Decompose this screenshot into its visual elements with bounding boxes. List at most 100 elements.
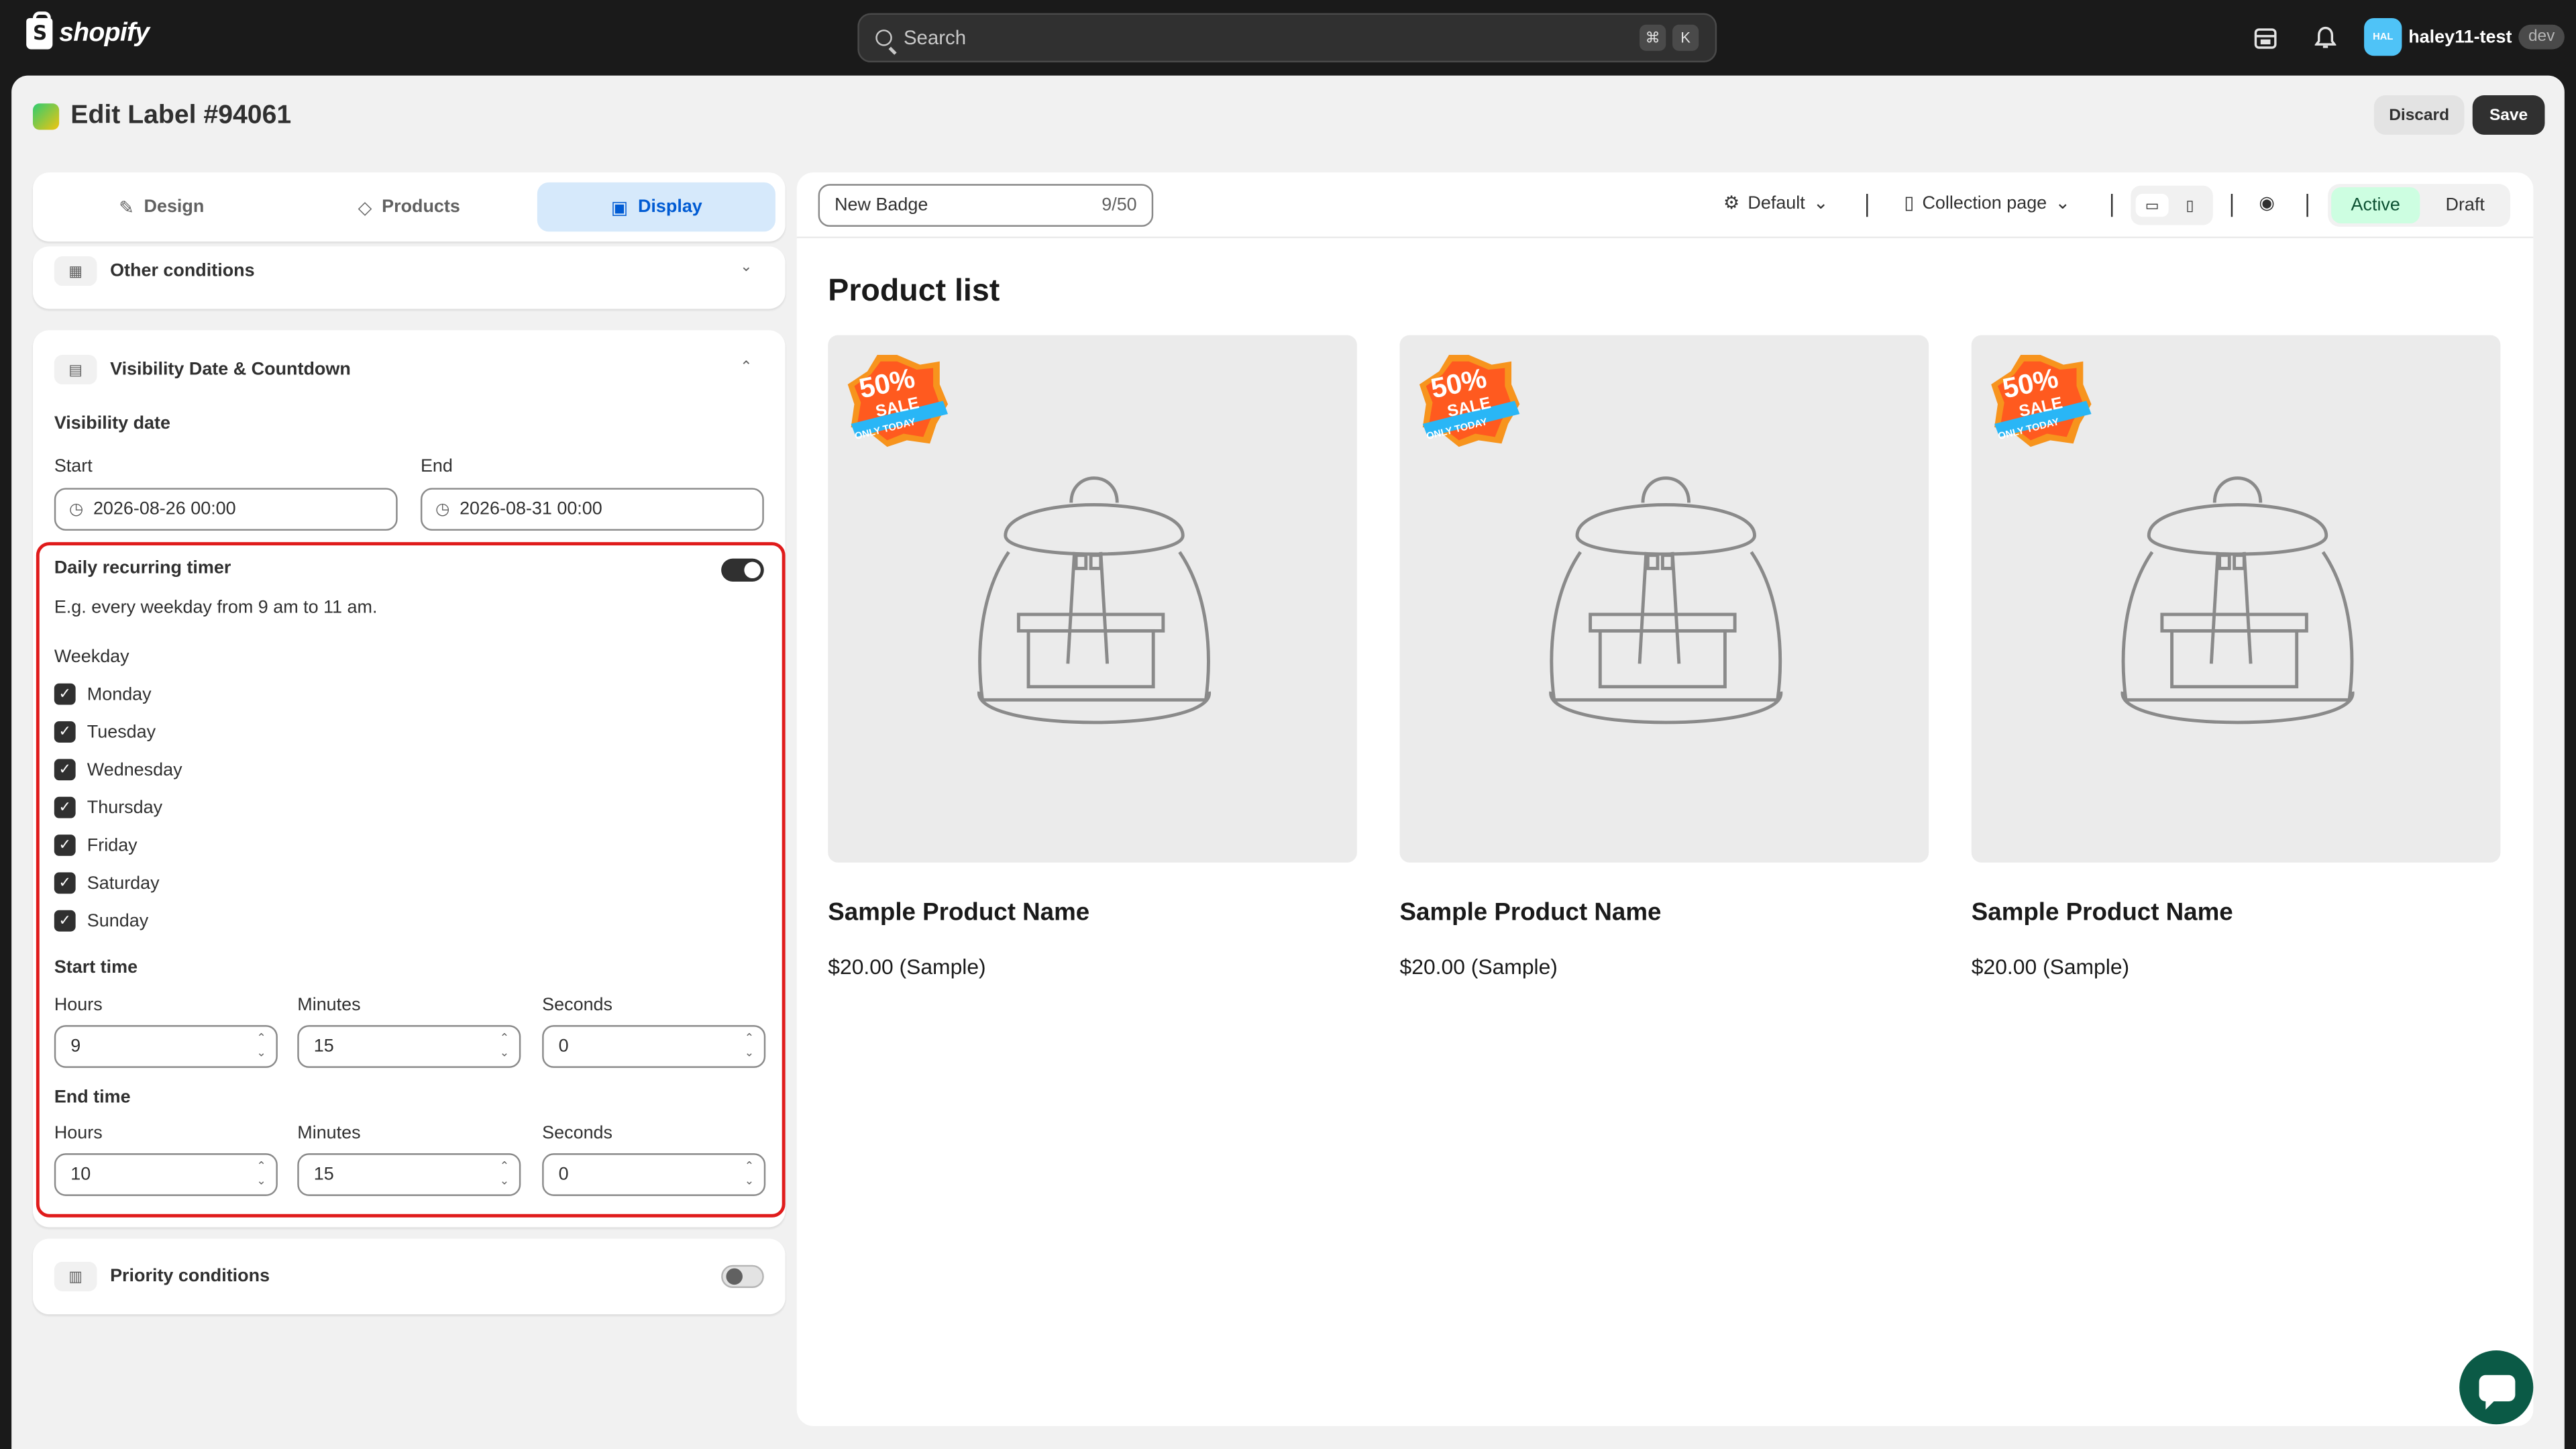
day-label: Saturday [87,873,160,894]
checkbox-tuesday[interactable]: ✓ Tuesday [54,721,156,743]
checkbox-sunday[interactable]: ✓ Sunday [54,910,148,932]
input-value: 15 [313,1165,334,1185]
tab-design[interactable]: ✎ Design [43,182,280,231]
day-label: Thursday [87,797,163,818]
app-icon [32,103,60,130]
mobile-icon[interactable]: ▯ [2174,194,2206,217]
start-date-value: 2026-08-26 00:00 [93,499,236,519]
product-card: 50% SALE ONLY TODAY Sample Product Name … [1971,335,2501,979]
end-minutes-input[interactable]: 15 ⌃ ⌄ [297,1153,521,1196]
stepper-icon[interactable]: ⌃ ⌄ [500,1160,509,1189]
start-hours-input[interactable]: 9 ⌃ ⌄ [54,1025,278,1068]
status-toggle: Active Draft [2328,184,2511,227]
day-label: Monday [87,684,152,704]
end-seconds-input[interactable]: 0 ⌃ ⌄ [542,1153,766,1196]
hours-label: Hours [54,996,103,1016]
store-icon[interactable] [2251,23,2280,52]
seconds-label: Seconds [542,996,613,1016]
product-name[interactable]: Sample Product Name [1400,899,1929,927]
hours-label: Hours [54,1124,103,1144]
start-time-label: Start time [54,957,138,978]
stepper-icon[interactable]: ⌃ ⌄ [745,1160,754,1189]
backpack-icon [977,476,1211,724]
tab-label: Display [637,197,702,217]
product-name[interactable]: Sample Product Name [1972,899,2501,927]
minutes-label: Minutes [297,996,361,1016]
end-date-field[interactable]: ◷ 2026-08-31 00:00 [420,488,764,531]
day-label: Sunday [87,910,149,931]
visibility-header[interactable]: ▤ Visibility Date & Countdown [54,354,351,385]
theme-select[interactable]: ⚙ Default ⌄ [1723,193,1829,214]
recurring-hint: E.g. every weekday from 9 am to 11 am. [54,598,378,618]
shortcut-cmd: ⌘ [1640,24,1666,51]
page-select[interactable]: ▯ Collection page ⌄ [1904,193,2070,214]
badge-name-input[interactable]: New Badge 9/50 [818,184,1154,227]
search-bar[interactable]: Search ⌘ K [857,13,1717,63]
checkbox-saturday[interactable]: ✓ Saturday [54,872,160,894]
search-shortcut: ⌘ K [1640,24,1699,51]
bell-icon[interactable] [2310,23,2339,52]
stepper-icon[interactable]: ⌃ ⌄ [500,1032,509,1061]
tab-display[interactable]: ▣ Display [537,182,775,232]
checkbox-friday[interactable]: ✓ Friday [54,835,138,856]
stepper-icon[interactable]: ⌃ ⌄ [745,1032,754,1061]
chevron-down-icon[interactable]: ⌄ [740,258,752,276]
preview-panel: New Badge 9/50 ⚙ Default ⌄ ▯ Collection … [796,172,2534,1426]
product-price: $20.00 (Sample) [828,954,986,979]
check-icon: ✓ [54,683,76,705]
chevron-up-icon[interactable]: ⌃ [740,358,752,376]
check-icon: ✓ [54,872,76,894]
calendar-icon: ▦ [54,256,97,286]
priority-header[interactable]: ▥ Priority conditions [54,1261,270,1291]
chat-button[interactable] [2459,1350,2534,1425]
search-placeholder: Search [903,26,967,50]
page-value: Collection page [1922,193,2047,213]
priority-card: ▥ Priority conditions [32,1238,786,1315]
recurring-timer-label: Daily recurring timer [54,558,231,579]
divider [2110,193,2113,217]
shopify-logo[interactable]: shopify [26,11,150,50]
stepper-icon[interactable]: ⌃ ⌄ [256,1160,266,1189]
start-minutes-input[interactable]: 15 ⌃ ⌄ [297,1025,521,1068]
image-icon: ▣ [610,198,629,218]
status-active-button[interactable]: Active [2331,187,2420,224]
logo-text: shopify [59,19,150,47]
checkbox-monday[interactable]: ✓ Monday [54,683,152,705]
eye-icon[interactable]: ◉ [2259,193,2275,213]
product-name[interactable]: Sample Product Name [828,899,1357,927]
input-value: 10 [70,1165,91,1185]
checkbox-thursday[interactable]: ✓ Thursday [54,796,163,818]
other-conditions-card[interactable]: ▦ Other conditions ⌄ [32,246,786,309]
start-date-field[interactable]: ◷ 2026-08-26 00:00 [54,488,398,531]
tab-label: Design [144,197,205,217]
status-draft-button[interactable]: Draft [2423,187,2507,223]
app-root: shopify Search ⌘ K HAL haley11-test dev … [0,0,2576,1449]
char-counter: 9/50 [1102,195,1137,215]
shopify-bag-icon [26,11,53,50]
recurring-timer-toggle[interactable] [721,558,764,582]
chevron-down-icon: ⌄ [1813,193,1829,214]
sale-badge: 50% SALE ONLY TODAY [845,352,950,450]
other-conditions-header[interactable]: ▦ Other conditions [54,256,255,286]
magic-wand-icon: ✎ [119,198,134,218]
chat-icon [2478,1374,2515,1409]
product-card: 50% SALE ONLY TODAY Sample Product Name … [1399,335,1929,979]
tab-products[interactable]: ◇ Products [290,182,528,231]
input-value: 0 [558,1036,569,1057]
shortcut-k: K [1672,24,1699,51]
user-menu[interactable]: HAL haley11-test dev [2364,17,2565,56]
search-icon [875,30,892,46]
stepper-icon[interactable]: ⌃ ⌄ [256,1032,266,1061]
start-seconds-input[interactable]: 0 ⌃ ⌄ [542,1025,766,1068]
discard-button[interactable]: Discard [2373,95,2465,135]
checkbox-wednesday[interactable]: ✓ Wednesday [54,759,182,781]
product-image: 50% SALE ONLY TODAY [1971,335,2501,863]
priority-toggle[interactable] [721,1265,764,1289]
save-button[interactable]: Save [2472,95,2545,135]
minutes-label: Minutes [297,1124,361,1144]
desktop-icon[interactable]: ▭ [2135,193,2169,217]
weekday-label: Weekday [54,647,129,667]
end-hours-input[interactable]: 10 ⌃ ⌄ [54,1153,278,1196]
divider [2231,193,2233,217]
day-label: Tuesday [87,722,156,742]
